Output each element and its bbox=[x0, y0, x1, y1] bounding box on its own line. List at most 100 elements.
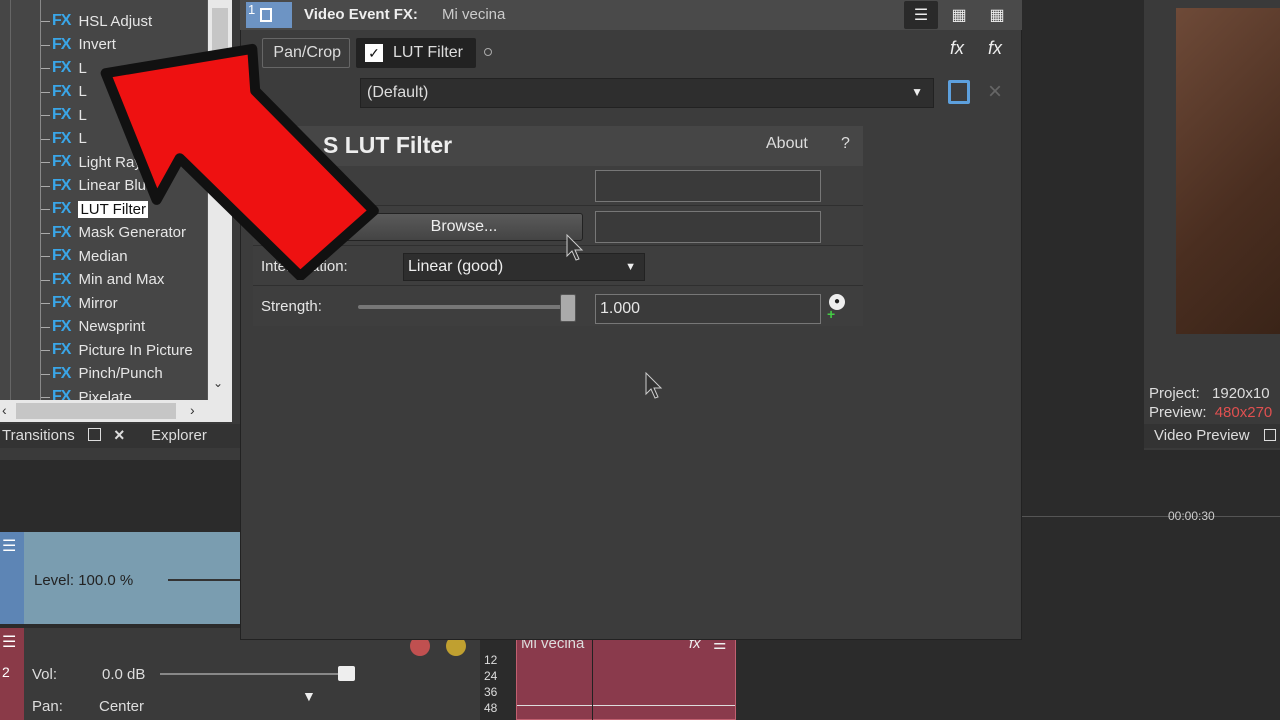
project-label: Project: bbox=[1149, 385, 1200, 402]
tree-connector bbox=[40, 373, 50, 375]
waveform bbox=[517, 705, 735, 706]
fx-badge-icon: FX bbox=[52, 317, 71, 335]
preview-value: 480x270 bbox=[1214, 404, 1273, 421]
preview-label: Preview: bbox=[1149, 404, 1207, 421]
track-header-video[interactable]: ☰ bbox=[0, 532, 24, 624]
interpolation-dropdown[interactable]: Linear (good) ▼ bbox=[403, 253, 645, 281]
volume-slider-thumb[interactable] bbox=[338, 666, 355, 681]
tree-connector bbox=[40, 350, 50, 351]
tree-connector bbox=[40, 185, 50, 187]
strength-label: Strength: bbox=[261, 298, 322, 315]
track-header-audio[interactable]: ☰ 2 bbox=[0, 628, 24, 720]
fx-list-item[interactable]: FX Picture In Picture bbox=[52, 339, 193, 361]
audio-track[interactable]: Vol: 0.0 dB Pan: Center ▼ bbox=[0, 628, 480, 720]
layout-grid-icon[interactable]: ▦ bbox=[942, 1, 976, 29]
save-preset-icon[interactable] bbox=[948, 80, 970, 104]
tab-explorer[interactable]: Explorer bbox=[151, 427, 207, 444]
time-ruler: 00:00:30 bbox=[1022, 509, 1280, 536]
preset-dropdown[interactable]: (Default) ▼ bbox=[360, 78, 934, 108]
tree-connector bbox=[40, 279, 50, 281]
tree-connector bbox=[40, 326, 50, 328]
delete-preset-icon[interactable]: × bbox=[988, 78, 1002, 106]
volume-slider[interactable] bbox=[160, 673, 355, 675]
pan-marker-icon[interactable]: ▼ bbox=[302, 688, 316, 704]
help-link[interactable]: ? bbox=[841, 135, 850, 153]
tab-video-preview[interactable]: Video Preview bbox=[1154, 427, 1250, 444]
remove-fx-icon[interactable]: fx bbox=[988, 38, 1002, 59]
fx-item-label: Pixelate bbox=[78, 388, 132, 401]
strength-value-field[interactable]: 1.000 bbox=[595, 294, 821, 324]
lut-file-field[interactable] bbox=[595, 170, 821, 202]
tree-connector bbox=[40, 44, 50, 46]
tree-line bbox=[40, 0, 41, 400]
tab-bar: Video Preview bbox=[1144, 424, 1280, 448]
project-value: 1920x10 bbox=[1212, 385, 1270, 402]
tree-connector bbox=[40, 209, 50, 210]
meter-tick: 12 bbox=[484, 653, 498, 667]
time-marker: 00:00:30 bbox=[1168, 509, 1215, 523]
scrollbar-thumb[interactable] bbox=[16, 403, 176, 419]
fx-list-item[interactable]: FX Pixelate bbox=[52, 386, 132, 400]
strength-value: 1.000 bbox=[600, 300, 641, 317]
preview-info: Preview: 480x270 bbox=[1149, 404, 1272, 421]
cursor-icon bbox=[566, 234, 584, 261]
browse-label: Browse... bbox=[430, 218, 498, 235]
add-fx-icon[interactable]: fx bbox=[950, 38, 964, 59]
video-track[interactable]: Level: 100.0 % bbox=[0, 532, 240, 624]
close-icon[interactable]: × bbox=[114, 425, 125, 446]
layout-columns-icon[interactable]: ▦ bbox=[980, 1, 1014, 29]
fx-badge-icon: FX bbox=[52, 341, 71, 358]
chevron-left-icon[interactable]: ‹ bbox=[2, 402, 7, 418]
fx-item-label: Pinch/Punch bbox=[78, 365, 163, 382]
fx-list-item[interactable]: FX Mirror bbox=[52, 292, 118, 314]
tree-connector bbox=[40, 303, 50, 304]
tree-connector bbox=[40, 138, 50, 140]
tree-connector bbox=[40, 21, 50, 22]
tree-connector bbox=[40, 162, 50, 163]
meter-tick: 24 bbox=[484, 669, 498, 683]
layout-list-icon[interactable]: ☰ bbox=[904, 1, 938, 29]
tree-connector bbox=[40, 115, 50, 116]
tree-connector bbox=[40, 68, 50, 69]
chain-end-icon bbox=[484, 48, 492, 56]
add-keyframe-icon[interactable]: + bbox=[827, 306, 835, 322]
pan-value: Center bbox=[99, 698, 145, 715]
fx-badge-icon: FX bbox=[52, 364, 71, 382]
tree-connector bbox=[40, 232, 50, 234]
tab-transitions[interactable]: Transitions bbox=[2, 427, 75, 444]
red-arrow-annotation bbox=[100, 43, 379, 280]
video-preview-frame bbox=[1176, 8, 1280, 334]
fx-list-item[interactable]: FX Newsprint bbox=[52, 316, 145, 338]
tree-connector bbox=[40, 397, 50, 398]
tree-connector bbox=[40, 256, 50, 257]
interpolation-value: Linear (good) bbox=[408, 258, 504, 275]
about-link[interactable]: About bbox=[766, 135, 808, 153]
strength-row: Strength: 1.000 ● + bbox=[253, 286, 863, 326]
chevron-right-icon[interactable]: › bbox=[190, 402, 195, 418]
strength-slider-thumb[interactable] bbox=[560, 294, 576, 322]
tree-line bbox=[10, 0, 11, 400]
undock-icon[interactable] bbox=[88, 428, 101, 441]
fx-item-label: Picture In Picture bbox=[78, 341, 193, 359]
fx-badge-icon: FX bbox=[52, 388, 71, 400]
fx-list-item[interactable]: FX Pinch/Punch bbox=[52, 363, 163, 385]
chevron-down-icon[interactable]: ▼ bbox=[911, 85, 923, 99]
chain-item-label: LUT Filter bbox=[393, 44, 463, 61]
audio-clip[interactable]: Mi vecina fx ☰ bbox=[516, 635, 736, 720]
audio-meter-scale: 12 24 36 48 bbox=[484, 652, 514, 720]
vol-value: 0.0 dB bbox=[102, 666, 146, 683]
track-number: 2 bbox=[2, 664, 10, 680]
undock-icon[interactable] bbox=[1264, 429, 1276, 441]
playhead[interactable] bbox=[592, 636, 593, 720]
cursor-icon bbox=[645, 372, 663, 399]
project-info: Project: 1920x10 bbox=[1149, 385, 1270, 402]
menu-icon[interactable]: ☰ bbox=[2, 632, 16, 652]
chevron-down-icon[interactable]: ⌄ bbox=[213, 376, 223, 390]
chevron-down-icon[interactable]: ▼ bbox=[625, 261, 636, 273]
strength-slider[interactable] bbox=[358, 305, 576, 309]
fx-badge-icon: FX bbox=[52, 294, 71, 311]
dialog-title-value: Mi vecina bbox=[442, 6, 506, 23]
lut-path-field[interactable] bbox=[595, 211, 821, 243]
menu-icon[interactable]: ☰ bbox=[2, 536, 16, 556]
level-slider[interactable] bbox=[168, 579, 240, 581]
